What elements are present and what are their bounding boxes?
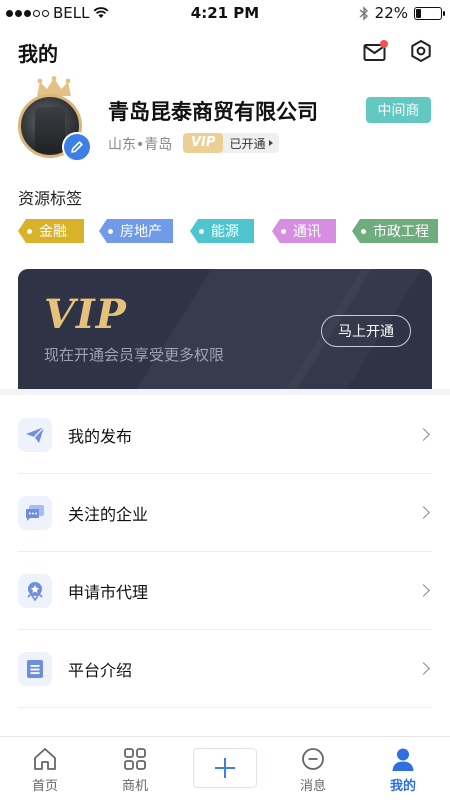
tab-opportunities[interactable]: 商机 — [90, 737, 180, 800]
send-icon — [18, 417, 52, 452]
settings-icon — [411, 39, 431, 63]
tab-home[interactable]: 首页 — [0, 737, 90, 800]
resource-tag-label: 通讯 — [293, 224, 321, 240]
profile-icon — [392, 748, 414, 771]
grid-icon — [124, 748, 146, 770]
vip-status-text: 已开通 — [229, 136, 266, 151]
plus-icon — [215, 758, 235, 778]
menu-item-label: 我的发布 — [68, 426, 133, 446]
vip-status-tag[interactable]: VIP 已开通 — [183, 133, 280, 153]
vip-promo-text: 现在开通会员享受更多权限 — [44, 346, 225, 364]
resource-tag[interactable]: 市政工程 — [352, 219, 438, 243]
tab-label: 首页 — [31, 779, 58, 794]
menu-item-followed-companies[interactable]: 关注的企业 — [18, 474, 432, 552]
resource-tag-label: 市政工程 — [373, 224, 429, 240]
message-icon — [302, 748, 324, 770]
unread-dot — [380, 40, 388, 48]
add-post-button[interactable] — [193, 748, 257, 788]
vip-logo: VIP — [44, 291, 127, 338]
avatar-container — [18, 76, 100, 162]
battery-icon — [414, 6, 445, 20]
chevron-right-icon — [417, 506, 430, 519]
resource-tag[interactable]: 金融 — [18, 219, 84, 243]
edit-profile-button[interactable] — [62, 132, 92, 162]
menu-item-my-posts[interactable]: 我的发布 — [18, 396, 432, 474]
agent-badge-icon — [18, 573, 52, 608]
status-bar: BELL 4:21 PM 22% — [0, 0, 450, 26]
resource-tag-label: 金融 — [39, 224, 67, 240]
menu-item-label: 申请市代理 — [68, 582, 149, 602]
role-badge: 中间商 — [366, 97, 431, 123]
company-name: 青岛昆泰商贸有限公司 — [108, 100, 318, 124]
tab-label: 我的 — [389, 779, 416, 794]
bottom-tab-bar: 首页 商机 消息 我的 — [0, 736, 450, 800]
caret-right-icon — [269, 140, 274, 146]
document-icon — [18, 651, 52, 686]
battery-percent: 22% — [374, 4, 408, 22]
resource-tag[interactable]: 通讯 — [272, 219, 336, 243]
chevron-right-icon — [417, 662, 430, 675]
open-vip-button[interactable]: 马上开通 — [321, 315, 411, 347]
location-text: 山东•青岛 — [108, 137, 173, 153]
vip-promo-card: VIP 现在开通会员享受更多权限 马上开通 — [18, 269, 432, 389]
mail-icon — [363, 40, 388, 61]
menu-item-platform-intro[interactable]: 平台介绍 — [18, 630, 432, 708]
vip-label: VIP — [183, 133, 224, 153]
chevron-right-icon — [417, 428, 430, 441]
resource-tag[interactable]: 能源 — [190, 219, 254, 243]
menu-item-apply-city-agent[interactable]: 申请市代理 — [18, 552, 432, 630]
resource-tags-list: 金融 房地产 能源 通讯 市政工程 — [18, 219, 438, 243]
tab-label: 商机 — [121, 779, 148, 794]
tab-label: 消息 — [299, 779, 326, 794]
menu-item-label: 平台介绍 — [68, 660, 133, 680]
section-divider — [0, 389, 450, 395]
resource-tags-title: 资源标签 — [18, 189, 83, 208]
bluetooth-icon — [359, 5, 368, 21]
resource-tag-label: 能源 — [211, 224, 239, 240]
pencil-icon — [71, 141, 83, 153]
tab-profile[interactable]: 我的 — [358, 737, 448, 800]
home-icon — [34, 748, 56, 770]
chat-icon — [18, 495, 52, 530]
tab-messages[interactable]: 消息 — [268, 737, 358, 800]
resource-tag-label: 房地产 — [120, 224, 162, 240]
page-title: 我的 — [18, 42, 58, 66]
menu-item-label: 关注的企业 — [68, 504, 149, 524]
resource-tag[interactable]: 房地产 — [99, 219, 173, 243]
settings-button[interactable] — [408, 38, 434, 64]
chevron-right-icon — [417, 584, 430, 597]
mail-button[interactable] — [363, 40, 389, 62]
